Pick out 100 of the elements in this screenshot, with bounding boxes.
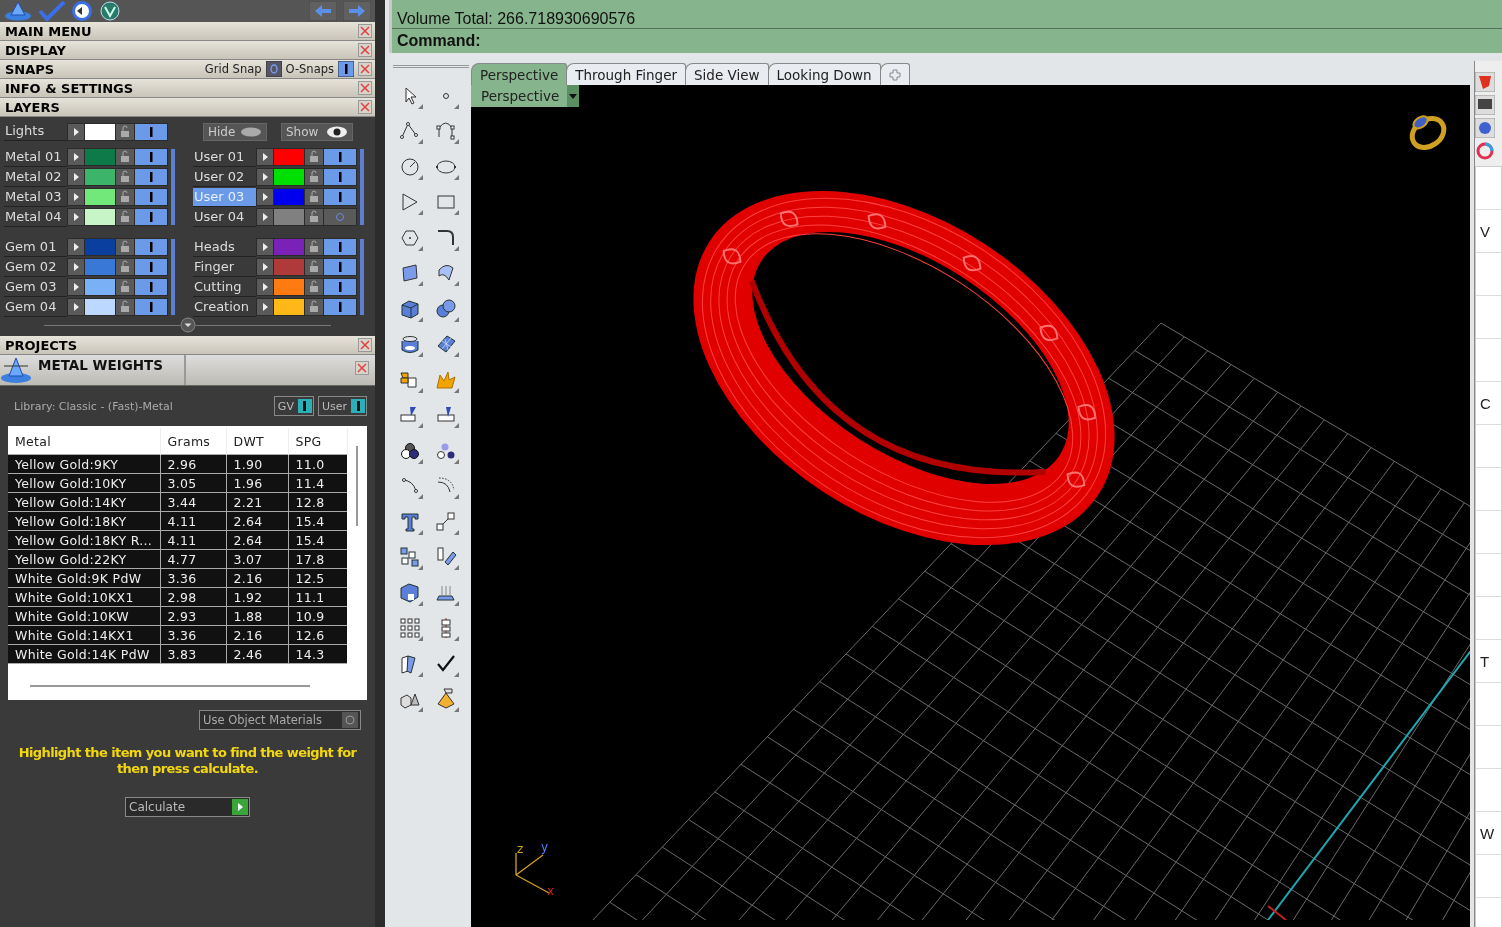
panel-title[interactable]: SNAPS: [5, 61, 201, 77]
use-object-materials-toggle[interactable]: Use Object Materials: [199, 710, 361, 730]
box-icon[interactable]: [399, 581, 423, 606]
close-icon[interactable]: [358, 43, 372, 57]
visibility-on-icon[interactable]: [135, 169, 167, 185]
slider-handle-icon[interactable]: [179, 317, 196, 333]
close-icon[interactable]: [355, 361, 369, 375]
color-swatch[interactable]: [85, 123, 115, 140]
cylinder-icon[interactable]: [399, 333, 423, 358]
surface-icon[interactable]: [399, 262, 423, 287]
bent-surface-icon[interactable]: [435, 262, 459, 287]
visibility-on-icon[interactable]: [324, 169, 356, 185]
lock-icon[interactable]: [116, 123, 134, 140]
lock-icon[interactable]: [305, 209, 323, 225]
pyramid-icon[interactable]: [4, 1, 32, 21]
color-swatch[interactable]: [274, 169, 304, 185]
lock-icon[interactable]: [116, 209, 134, 225]
visibility-on-icon[interactable]: [135, 299, 167, 315]
ring-drawing[interactable]: [693, 190, 1115, 546]
mesh-surface-icon[interactable]: [435, 333, 459, 358]
panel-header[interactable]: MAIN MENU: [0, 22, 375, 41]
trim-icon[interactable]: [435, 404, 459, 429]
panel-title[interactable]: PROJECTS: [5, 337, 354, 353]
panel-header[interactable]: INFO & SETTINGS: [0, 79, 375, 98]
show-button[interactable]: Show: [281, 122, 353, 141]
color-swatch[interactable]: [274, 279, 304, 295]
text-icon[interactable]: [399, 510, 423, 535]
visibility-on-icon[interactable]: [324, 239, 356, 255]
visibility-on-icon[interactable]: [135, 259, 167, 275]
library-toggle[interactable]: User: [317, 396, 367, 416]
library-toggle[interactable]: GV: [273, 396, 314, 416]
panels-icon[interactable]: [399, 652, 423, 677]
visibility-on-icon[interactable]: [324, 299, 356, 315]
view-tab[interactable]: Through Finger: [566, 63, 686, 85]
help-icon[interactable]: [1475, 118, 1495, 138]
toggle-on-icon[interactable]: [338, 61, 354, 77]
lock-icon[interactable]: [116, 189, 134, 205]
split-icon[interactable]: [399, 404, 423, 429]
color-swatch[interactable]: [85, 299, 115, 315]
lock-icon[interactable]: [305, 149, 323, 165]
shield-icon[interactable]: [1475, 72, 1495, 92]
lock-icon[interactable]: [305, 189, 323, 205]
triangle-icon[interactable]: [399, 191, 423, 216]
pyramid-solid-icon[interactable]: [435, 688, 459, 713]
arc-icon[interactable]: [399, 475, 423, 500]
offset-arc-icon[interactable]: [435, 475, 459, 500]
view-menu[interactable]: Perspective: [471, 85, 580, 107]
polyline-icon[interactable]: [399, 120, 423, 145]
blocks-icon[interactable]: [399, 546, 423, 571]
lock-icon[interactable]: [305, 239, 323, 255]
color-swatch[interactable]: [85, 209, 115, 225]
visibility-on-icon[interactable]: [324, 279, 356, 295]
visibility-on-icon[interactable]: [135, 279, 167, 295]
color-swatch[interactable]: [274, 209, 304, 225]
lock-icon[interactable]: [305, 279, 323, 295]
transform-icon[interactable]: [435, 546, 459, 571]
color-swatch[interactable]: [85, 259, 115, 275]
lock-icon[interactable]: [116, 149, 134, 165]
lock-icon[interactable]: [116, 279, 134, 295]
visibility-on-icon[interactable]: [135, 209, 167, 225]
cube-icon[interactable]: [399, 297, 423, 322]
view-tab[interactable]: Perspective: [471, 63, 568, 85]
lock-icon[interactable]: [116, 259, 134, 275]
view-tab[interactable]: Looking Down: [767, 63, 881, 85]
circle-icon[interactable]: [399, 155, 423, 180]
visibility-on-icon[interactable]: [135, 149, 167, 165]
panel-title[interactable]: INFO & SETTINGS: [5, 80, 354, 96]
visibility-on-icon[interactable]: [324, 189, 356, 205]
visibility-on-icon[interactable]: [135, 123, 167, 140]
toggle-off-icon[interactable]: [265, 61, 282, 77]
panel-header[interactable]: SNAPS Grid Snap O-Snaps: [0, 60, 375, 79]
grid-icon[interactable]: [399, 617, 423, 642]
visibility-on-icon[interactable]: [135, 239, 167, 255]
visibility-on-icon[interactable]: [135, 189, 167, 205]
ring-icon[interactable]: [1409, 115, 1447, 150]
check-icon[interactable]: [38, 1, 66, 21]
color-swatch[interactable]: [274, 259, 304, 275]
lock-icon[interactable]: [116, 239, 134, 255]
calculate-button[interactable]: Calculate: [125, 797, 250, 817]
spheres-icon[interactable]: [435, 297, 459, 322]
curve-icon[interactable]: [435, 120, 459, 145]
color-swatch[interactable]: [85, 239, 115, 255]
color-swatch[interactable]: [274, 299, 304, 315]
close-icon[interactable]: [358, 62, 372, 76]
close-icon[interactable]: [358, 81, 372, 95]
hide-button[interactable]: Hide: [203, 122, 267, 141]
panel-title[interactable]: MAIN MENU: [5, 23, 354, 39]
lock-icon[interactable]: [116, 169, 134, 185]
color-swatch[interactable]: [274, 189, 304, 205]
color-swatch[interactable]: [274, 239, 304, 255]
color-swatch[interactable]: [85, 279, 115, 295]
panel-title[interactable]: DISPLAY: [5, 42, 354, 58]
v-logo-icon[interactable]: [98, 1, 122, 21]
scale-icon[interactable]: [435, 510, 459, 535]
panel-header[interactable]: LAYERS: [0, 98, 375, 117]
color-wheel-icon[interactable]: [1475, 141, 1495, 161]
command-prompt[interactable]: Command:: [397, 32, 481, 50]
panel-title[interactable]: LAYERS: [5, 99, 354, 115]
color-swatch[interactable]: [85, 169, 115, 185]
color-swatch[interactable]: [85, 189, 115, 205]
